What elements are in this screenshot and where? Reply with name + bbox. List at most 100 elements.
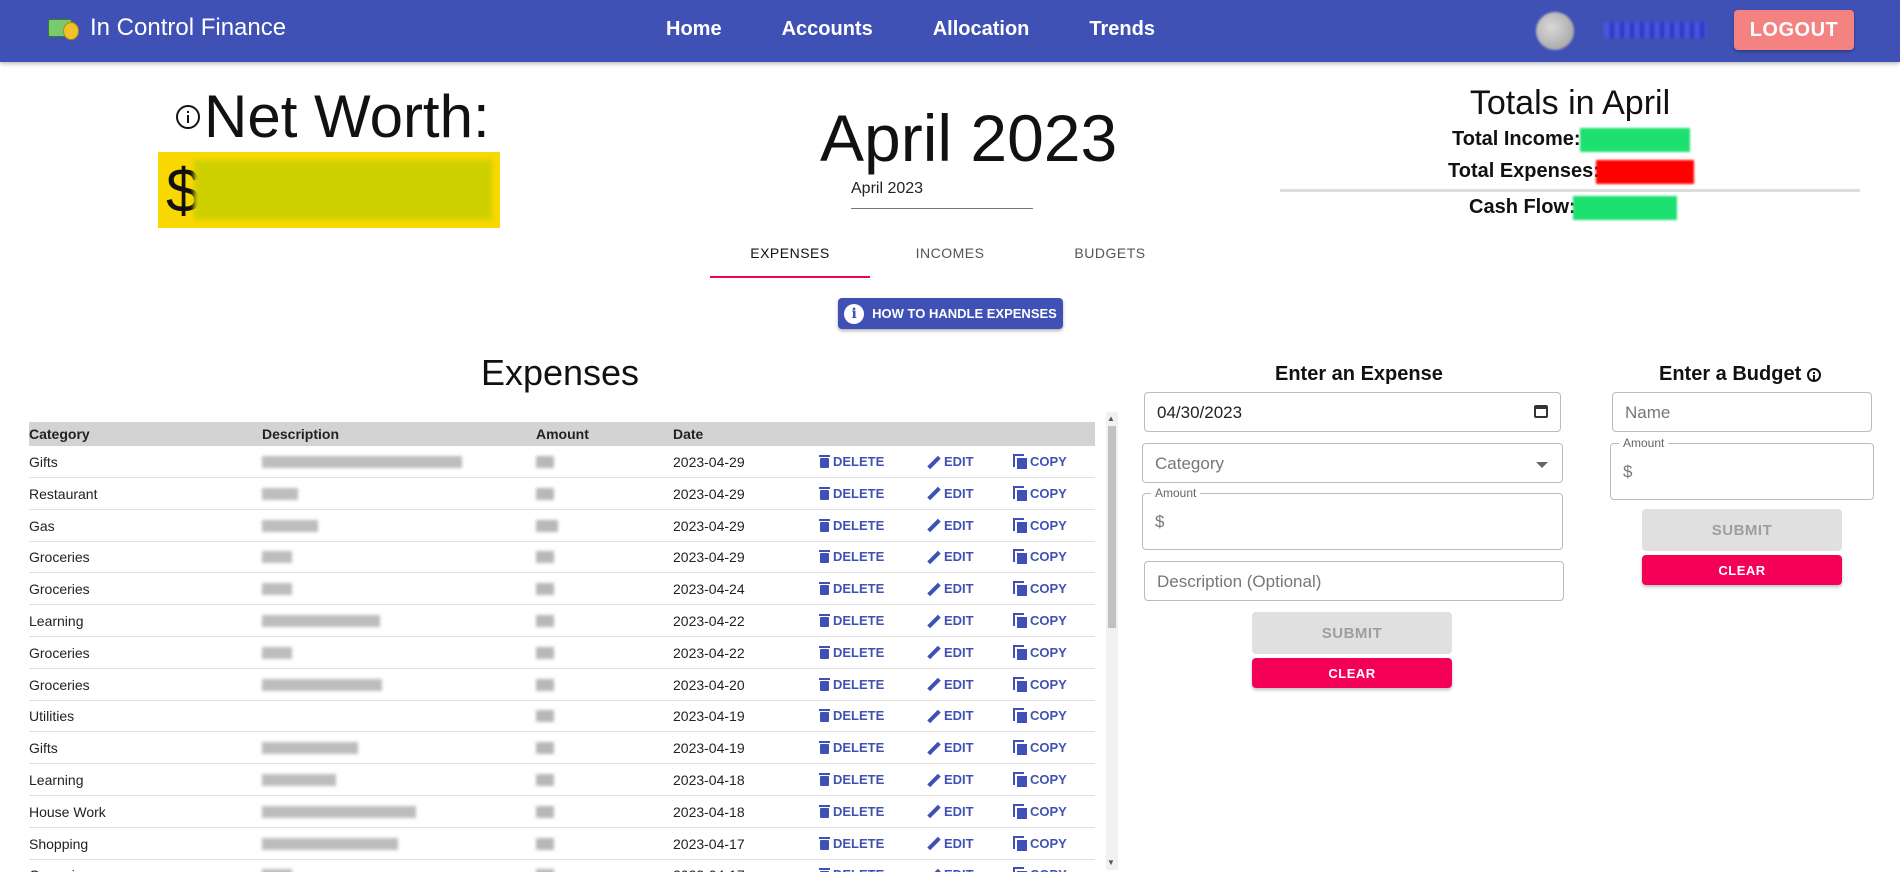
row-copy-button[interactable]: COPY <box>1013 581 1067 597</box>
calendar-icon[interactable] <box>1534 405 1548 418</box>
row-edit-button[interactable]: EDIT <box>927 772 974 787</box>
table-row: Restaurant 2023-04-29 DELETE EDIT COPY <box>29 478 1095 510</box>
info-icon[interactable] <box>1807 367 1822 382</box>
pencil-icon <box>927 455 941 469</box>
copy-icon <box>1013 485 1027 501</box>
tab-expenses[interactable]: EXPENSES <box>710 240 870 278</box>
copy-label: COPY <box>1030 740 1067 756</box>
row-delete-button[interactable]: DELETE <box>819 708 884 723</box>
edit-label: EDIT <box>944 581 974 597</box>
how-to-handle-expenses-button[interactable]: i HOW TO HANDLE EXPENSES <box>838 298 1063 329</box>
row-delete-button[interactable]: DELETE <box>819 804 884 819</box>
total-expenses-label: Total Expenses: <box>1448 160 1600 182</box>
row-copy-button[interactable]: COPY <box>1013 485 1067 501</box>
row-edit-button[interactable]: EDIT <box>927 613 974 628</box>
row-copy-button[interactable]: COPY <box>1013 549 1067 565</box>
row-delete-button[interactable]: DELETE <box>819 581 884 596</box>
row-copy-button[interactable]: COPY <box>1013 613 1067 628</box>
expense-submit-button[interactable]: SUBMIT <box>1252 612 1452 654</box>
copy-icon <box>1013 803 1027 819</box>
nav-allocation[interactable]: Allocation <box>933 18 1030 41</box>
row-delete-button[interactable]: DELETE <box>819 867 884 872</box>
row-date: 2023-04-19 <box>673 740 745 757</box>
row-copy-button[interactable]: COPY <box>1013 867 1067 872</box>
row-delete-button[interactable]: DELETE <box>819 645 884 660</box>
row-delete-button[interactable]: DELETE <box>819 677 884 692</box>
trash-icon <box>819 455 830 468</box>
row-copy-button[interactable]: COPY <box>1013 644 1067 660</box>
row-delete-button[interactable]: DELETE <box>819 836 884 851</box>
expense-category-select[interactable]: Category <box>1142 443 1563 483</box>
row-edit-button[interactable]: EDIT <box>927 708 974 723</box>
nav-trends[interactable]: Trends <box>1089 18 1155 41</box>
tab-budgets[interactable]: BUDGETS <box>1030 240 1190 276</box>
row-delete-button[interactable]: DELETE <box>819 613 884 628</box>
expense-clear-button[interactable]: CLEAR <box>1252 658 1452 688</box>
expense-date-input[interactable]: 04/30/2023 <box>1144 392 1561 432</box>
row-delete-button[interactable]: DELETE <box>819 486 884 501</box>
pencil-icon <box>927 645 941 659</box>
dropdown-caret-icon <box>1536 462 1548 468</box>
row-copy-button[interactable]: COPY <box>1013 454 1067 469</box>
scrollbar-thumb[interactable] <box>1108 426 1116 628</box>
expense-amount-input[interactable]: Amount $ <box>1142 486 1563 550</box>
edit-label: EDIT <box>944 549 974 565</box>
copy-icon <box>1013 740 1027 756</box>
nav-home[interactable]: Home <box>666 18 722 41</box>
scroll-up-arrow-icon[interactable]: ▲ <box>1107 414 1115 423</box>
nav-accounts[interactable]: Accounts <box>782 18 873 41</box>
row-copy-button[interactable]: COPY <box>1013 517 1067 533</box>
budget-amount-input[interactable]: Amount $ <box>1610 436 1874 500</box>
row-edit-button[interactable]: EDIT <box>927 645 974 660</box>
row-edit-button[interactable]: EDIT <box>927 518 974 533</box>
edit-label: EDIT <box>944 708 974 724</box>
row-delete-button[interactable]: DELETE <box>819 740 884 755</box>
row-copy-button[interactable]: COPY <box>1013 835 1067 851</box>
scroll-down-arrow-icon[interactable]: ▼ <box>1107 858 1115 867</box>
budget-submit-button[interactable]: SUBMIT <box>1642 509 1842 551</box>
logout-button[interactable]: LOGOUT <box>1734 10 1854 50</box>
delete-label: DELETE <box>833 644 885 660</box>
brand[interactable]: In Control Finance <box>48 14 286 42</box>
row-edit-button[interactable]: EDIT <box>927 486 974 501</box>
row-description-redacted <box>262 583 292 596</box>
row-delete-button[interactable]: DELETE <box>819 772 884 787</box>
info-icon[interactable] <box>176 104 200 129</box>
table-row: Groceries 2023-04-17 DELETE EDIT COPY <box>29 859 1095 872</box>
amount-label: Amount <box>1151 486 1201 500</box>
username-link-redacted[interactable] <box>1604 22 1706 38</box>
row-edit-button[interactable]: EDIT <box>927 677 974 692</box>
expense-date-value: 04/30/2023 <box>1157 403 1243 422</box>
row-copy-button[interactable]: COPY <box>1013 708 1067 724</box>
row-edit-button[interactable]: EDIT <box>927 867 974 872</box>
row-edit-button[interactable]: EDIT <box>927 581 974 596</box>
row-copy-button[interactable]: COPY <box>1013 772 1067 787</box>
expense-description-input[interactable]: Description (Optional) <box>1144 561 1564 601</box>
row-copy-button[interactable]: COPY <box>1013 740 1067 756</box>
tab-incomes[interactable]: INCOMES <box>870 240 1030 276</box>
pencil-icon <box>927 741 941 755</box>
delete-label: DELETE <box>833 581 885 597</box>
copy-label: COPY <box>1030 644 1067 660</box>
row-copy-button[interactable]: COPY <box>1013 803 1067 819</box>
how-to-label: HOW TO HANDLE EXPENSES <box>872 306 1057 321</box>
row-edit-button[interactable]: EDIT <box>927 836 974 851</box>
row-copy-button[interactable]: COPY <box>1013 676 1067 692</box>
row-edit-button[interactable]: EDIT <box>927 549 974 564</box>
month-picker[interactable]: April 2023 <box>851 180 1033 209</box>
row-edit-button[interactable]: EDIT <box>927 454 974 469</box>
row-delete-button[interactable]: DELETE <box>819 454 884 469</box>
cash-flow-row: Cash Flow: <box>1469 196 1679 224</box>
row-delete-button[interactable]: DELETE <box>819 518 884 533</box>
trash-icon <box>819 645 830 659</box>
avatar[interactable] <box>1536 12 1574 50</box>
budget-name-input[interactable]: Name <box>1612 392 1872 432</box>
copy-icon <box>1013 708 1027 724</box>
row-delete-button[interactable]: DELETE <box>819 549 884 564</box>
row-amount-redacted <box>536 805 554 818</box>
budget-clear-button[interactable]: CLEAR <box>1642 555 1842 585</box>
row-edit-button[interactable]: EDIT <box>927 804 974 819</box>
total-expenses-value-redacted <box>1596 160 1694 184</box>
row-edit-button[interactable]: EDIT <box>927 740 974 755</box>
delete-label: DELETE <box>833 454 885 469</box>
